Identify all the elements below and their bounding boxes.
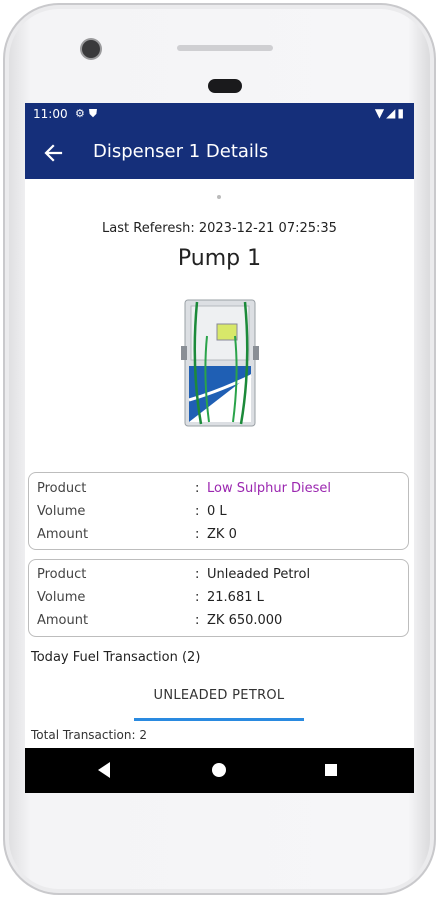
nav-recents-icon[interactable]	[325, 764, 337, 776]
card-row-product: Product : Unleaded Petrol	[29, 567, 408, 587]
product-label: Product	[37, 481, 87, 496]
fuel-dispenser-image	[181, 299, 259, 427]
separator: :	[195, 504, 200, 519]
front-camera	[82, 40, 100, 58]
nav-home-icon[interactable]	[212, 763, 226, 777]
amount-label: Amount	[37, 613, 89, 628]
volume-value: 21.681 L	[207, 590, 264, 605]
amount-value: ZK 650.000	[207, 613, 283, 628]
status-right-icons: ▼◢▮	[375, 106, 406, 120]
app-bar: Dispenser 1 Details	[25, 127, 414, 179]
product-card-1: Product : Low Sulphur Diesel Volume : 0 …	[28, 472, 409, 550]
earpiece	[177, 45, 273, 51]
volume-label: Volume	[37, 504, 86, 519]
shield-icon: ⛊	[88, 107, 102, 120]
card-row-amount: Amount : ZK 0	[29, 527, 408, 547]
total-transaction-label: Total Transaction:	[31, 728, 136, 742]
amount-label: Amount	[37, 527, 89, 542]
separator: :	[195, 481, 200, 496]
tab-unleaded-petrol[interactable]: UNLEADED PETROL	[134, 681, 304, 721]
separator: :	[195, 527, 200, 542]
tab-label: UNLEADED PETROL	[153, 688, 285, 703]
gear-icon: ⚙	[75, 107, 89, 120]
card-row-volume: Volume : 0 L	[29, 504, 408, 524]
card-row-volume: Volume : 21.681 L	[29, 590, 408, 610]
fuel-transaction-title: Today Fuel Transaction (2)	[31, 650, 201, 665]
card-row-product: Product : Low Sulphur Diesel	[29, 481, 408, 501]
nav-back-icon[interactable]	[98, 762, 110, 778]
separator: :	[195, 567, 200, 582]
screen: 11:00 ⚙⛊ ▼◢▮ Dispenser 1 Details Last Re…	[25, 103, 414, 793]
card-row-amount: Amount : ZK 650.000	[29, 613, 408, 633]
back-button[interactable]	[35, 135, 71, 171]
product-card-2: Product : Unleaded Petrol Volume : 21.68…	[28, 559, 409, 637]
volume-label: Volume	[37, 590, 86, 605]
product-value: Unleaded Petrol	[207, 567, 311, 582]
separator: :	[195, 590, 200, 605]
signal-icon: ◢	[386, 106, 398, 120]
volume-value: 0 L	[207, 504, 227, 519]
navigation-bar	[25, 748, 414, 793]
content-area[interactable]: Last Referesh: 2023-12-21 07:25:35 Pump …	[25, 179, 414, 748]
last-refresh-text: Last Referesh: 2023-12-21 07:25:35	[102, 221, 337, 236]
status-time: 11:00	[33, 107, 68, 121]
separator: :	[195, 613, 200, 628]
wifi-icon: ▼	[374, 106, 387, 120]
tab-indicator	[134, 718, 304, 721]
page-title: Dispenser 1 Details	[93, 141, 269, 162]
pump-title: Pump 1	[177, 246, 262, 271]
total-transaction-value: 2	[139, 728, 147, 742]
scroll-indicator	[217, 195, 221, 199]
arrow-left-icon	[44, 144, 63, 162]
status-left-icons: ⚙⛊	[75, 107, 101, 121]
proximity-sensor	[208, 79, 242, 93]
amount-value: ZK 0	[207, 527, 237, 542]
product-value: Low Sulphur Diesel	[207, 481, 332, 496]
product-label: Product	[37, 567, 87, 582]
battery-icon: ▮	[397, 106, 406, 120]
status-bar: 11:00 ⚙⛊ ▼◢▮	[25, 103, 414, 127]
total-transaction: Total Transaction: 2	[31, 728, 147, 742]
